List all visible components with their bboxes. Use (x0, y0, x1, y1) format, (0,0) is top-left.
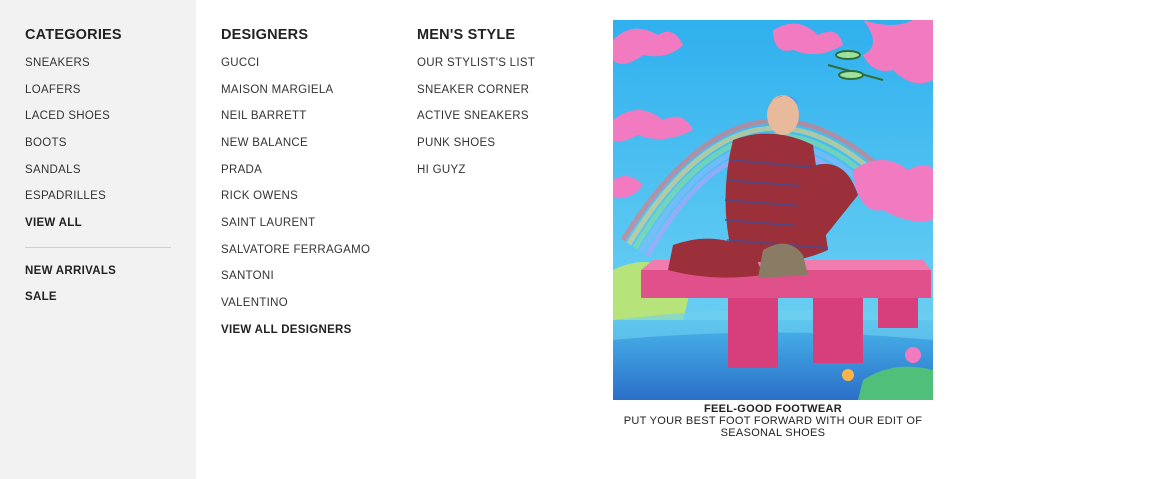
designer-link-gucci[interactable]: GUCCI (221, 56, 260, 70)
designer-link-salvatore-ferragamo[interactable]: SALVATORE FERRAGAMO (221, 243, 370, 257)
designer-link-rick-owens[interactable]: RICK OWENS (221, 189, 298, 203)
promo-illustration (613, 20, 933, 400)
promo-caption: FEEL-GOOD FOOTWEAR PUT YOUR BEST FOOT FO… (600, 403, 946, 439)
promo-title[interactable]: FEEL-GOOD FOOTWEAR (600, 403, 946, 415)
categories-sidebar (0, 0, 196, 479)
style-link-active-sneakers[interactable]: ACTIVE SNEAKERS (417, 109, 529, 123)
style-link-hi-guyz[interactable]: HI GUYZ (417, 163, 466, 177)
designer-link-neil-barrett[interactable]: NEIL BARRETT (221, 109, 307, 123)
designers-title: DESIGNERS (221, 27, 309, 43)
category-link-loafers[interactable]: LOAFERS (25, 83, 81, 97)
category-link-sandals[interactable]: SANDALS (25, 163, 81, 177)
style-link-sneaker-corner[interactable]: SNEAKER CORNER (417, 83, 529, 97)
category-link-laced-shoes[interactable]: LACED SHOES (25, 109, 110, 123)
sale-link[interactable]: SALE (25, 290, 57, 304)
sidebar-divider (25, 247, 171, 248)
category-link-sneakers[interactable]: SNEAKERS (25, 56, 90, 70)
mens-style-title: MEN'S STYLE (417, 27, 516, 43)
category-link-espadrilles[interactable]: ESPADRILLES (25, 189, 106, 203)
designer-link-maison-margiela[interactable]: MAISON MARGIELA (221, 83, 334, 97)
designer-link-new-balance[interactable]: NEW BALANCE (221, 136, 308, 150)
designer-link-saint-laurent[interactable]: SAINT LAURENT (221, 216, 315, 230)
designer-link-prada[interactable]: PRADA (221, 163, 262, 177)
promo-subtitle-line2: SEASONAL SHOES (720, 427, 826, 439)
style-link-stylists-list[interactable]: OUR STYLIST'S LIST (417, 56, 535, 70)
style-link-punk-shoes[interactable]: PUNK SHOES (417, 136, 495, 150)
view-all-designers-link[interactable]: VIEW ALL DESIGNERS (221, 323, 352, 337)
promo-subtitle-line1: PUT YOUR BEST FOOT FORWARD WITH OUR EDIT… (623, 415, 923, 427)
designer-link-valentino[interactable]: VALENTINO (221, 296, 288, 310)
designer-link-santoni[interactable]: SANTONI (221, 269, 274, 283)
new-arrivals-link[interactable]: NEW ARRIVALS (25, 264, 116, 278)
categories-view-all-link[interactable]: VIEW ALL (25, 216, 82, 230)
categories-title: CATEGORIES (25, 27, 122, 43)
promo-image[interactable] (613, 20, 933, 400)
category-link-boots[interactable]: BOOTS (25, 136, 67, 150)
